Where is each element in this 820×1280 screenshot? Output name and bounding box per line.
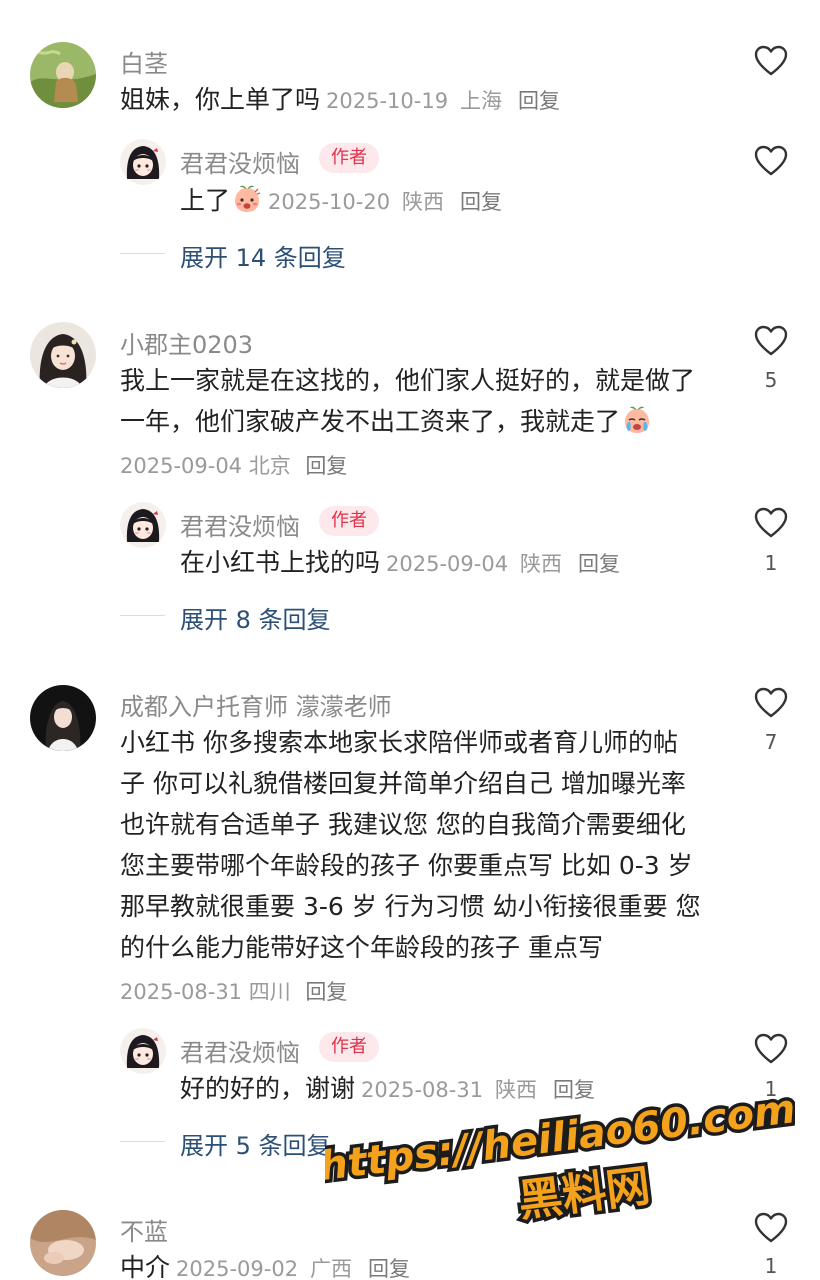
- reply-button[interactable]: 回复: [368, 1257, 410, 1280]
- avatar[interactable]: [30, 685, 96, 751]
- comment-date: 2025-10-19: [326, 89, 449, 113]
- author-badge: 作者: [319, 143, 379, 173]
- expand-replies-link[interactable]: 展开 8 条回复: [180, 600, 331, 635]
- reply-text-content: 上了: [180, 186, 231, 215]
- reply-location: 陕西: [520, 552, 563, 576]
- comment-date: 2025-09-02: [176, 1257, 299, 1280]
- expand-replies-link[interactable]: 展开 14 条回复: [180, 238, 346, 273]
- comment-username[interactable]: 白茎: [120, 44, 168, 79]
- reply-date: 2025-10-20: [268, 190, 391, 214]
- heart-icon[interactable]: [754, 687, 788, 719]
- comment-text-line: 也许就有合适单子 我建议您 您的自我简介需要细化: [120, 810, 686, 839]
- reply-username[interactable]: 君君没烦恼: [180, 507, 300, 542]
- reply-date: 2025-09-04: [386, 552, 509, 576]
- comment-text: 中介 2025-09-02 广西 回复: [120, 1247, 730, 1280]
- comment-text-line: 子 你可以礼貌借楼回复并简单介绍自己 增加曝光率: [120, 769, 686, 798]
- comment-date: 2025-09-04: [120, 454, 243, 478]
- avatar[interactable]: [30, 1210, 96, 1276]
- reply-button[interactable]: 回复: [578, 552, 620, 576]
- author-badge: 作者: [319, 1032, 379, 1062]
- comment-text: 我上一家就是在这找的，他们家人挺好的，就是做了 一年，他们家破产发不出工资来了，…: [120, 360, 730, 442]
- watermark-label: 黑料网: [516, 1160, 653, 1227]
- comment-text-line: 的什么能力能带好这个年龄段的孩子 重点写: [120, 933, 603, 962]
- comment-username[interactable]: 成都入户托育师 濛濛老师: [120, 687, 392, 722]
- watermark: https://heiliao60.com 黑料网: [325, 1093, 795, 1228]
- heart-icon[interactable]: [754, 1033, 788, 1065]
- reply-username[interactable]: 君君没烦恼: [180, 144, 300, 179]
- comment-location: 广西: [310, 1257, 353, 1280]
- divider: [120, 615, 165, 616]
- comment-meta: 2025-09-04 北京 回复: [120, 450, 347, 480]
- comment-location: 上海: [460, 89, 503, 113]
- comment-text-line: 您主要带哪个年龄段的孩子 你要重点写 比如 0-3 岁: [120, 851, 693, 880]
- heart-icon[interactable]: [754, 507, 788, 539]
- heart-icon[interactable]: [754, 45, 788, 77]
- reply-button[interactable]: 回复: [460, 190, 502, 214]
- avatar[interactable]: [30, 322, 96, 388]
- comment-text-line: 小红书 你多搜索本地家长求陪伴师或者育儿师的帖: [120, 728, 678, 757]
- comment-date: 2025-08-31: [120, 980, 243, 1004]
- comment-text-line: 那早教就很重要 3-6 岁 行为习惯 幼小衔接很重要 您: [120, 892, 701, 921]
- comment-location: 四川: [248, 980, 291, 1004]
- reply-text: 在小红书上找的吗 2025-09-04 陕西 回复: [180, 542, 740, 585]
- comment-text-line: 一年，他们家破产发不出工资来了，我就走了: [120, 407, 621, 436]
- expand-replies-link[interactable]: 展开 5 条回复: [180, 1126, 331, 1161]
- divider: [120, 253, 165, 254]
- like-count: 1: [764, 551, 778, 575]
- comment-meta: 2025-08-31 四川 回复: [120, 976, 347, 1006]
- comment-location: 北京: [248, 454, 291, 478]
- comment-username[interactable]: 小郡主0203: [120, 325, 253, 360]
- avatar[interactable]: [120, 139, 166, 185]
- divider: [120, 1141, 165, 1142]
- author-badge: 作者: [319, 506, 379, 536]
- comment-text: 姐妹，你上单了吗 2025-10-19 上海 回复: [120, 79, 730, 122]
- reply-button[interactable]: 回复: [305, 454, 347, 478]
- crying-emoji: [625, 406, 650, 433]
- heart-icon[interactable]: [754, 325, 788, 357]
- like-count: 7: [764, 730, 778, 754]
- heart-icon[interactable]: [754, 145, 788, 177]
- comment-username[interactable]: 不蓝: [120, 1212, 168, 1247]
- comment-text-line: 中介: [120, 1253, 171, 1280]
- comment-text-line: 姐妹，你上单了吗: [120, 85, 321, 114]
- reply-location: 陕西: [402, 190, 445, 214]
- avatar[interactable]: [30, 42, 96, 108]
- reply-text: 上了 2025-10-20 陕西 回复: [180, 180, 740, 223]
- comment-text-line: 我上一家就是在这找的，他们家人挺好的，就是做了: [120, 366, 696, 395]
- shy-peach-emoji: [235, 185, 261, 212]
- avatar[interactable]: [120, 502, 166, 548]
- comment-text: 小红书 你多搜索本地家长求陪伴师或者育儿师的帖 子 你可以礼貌借楼回复并简单介绍…: [120, 722, 730, 968]
- reply-button[interactable]: 回复: [305, 980, 347, 1004]
- like-count: 1: [764, 1254, 778, 1278]
- like-count: 5: [764, 368, 778, 392]
- avatar[interactable]: [120, 1028, 166, 1074]
- reply-text-content: 在小红书上找的吗: [180, 548, 381, 577]
- reply-button[interactable]: 回复: [518, 89, 560, 113]
- reply-username[interactable]: 君君没烦恼: [180, 1033, 300, 1068]
